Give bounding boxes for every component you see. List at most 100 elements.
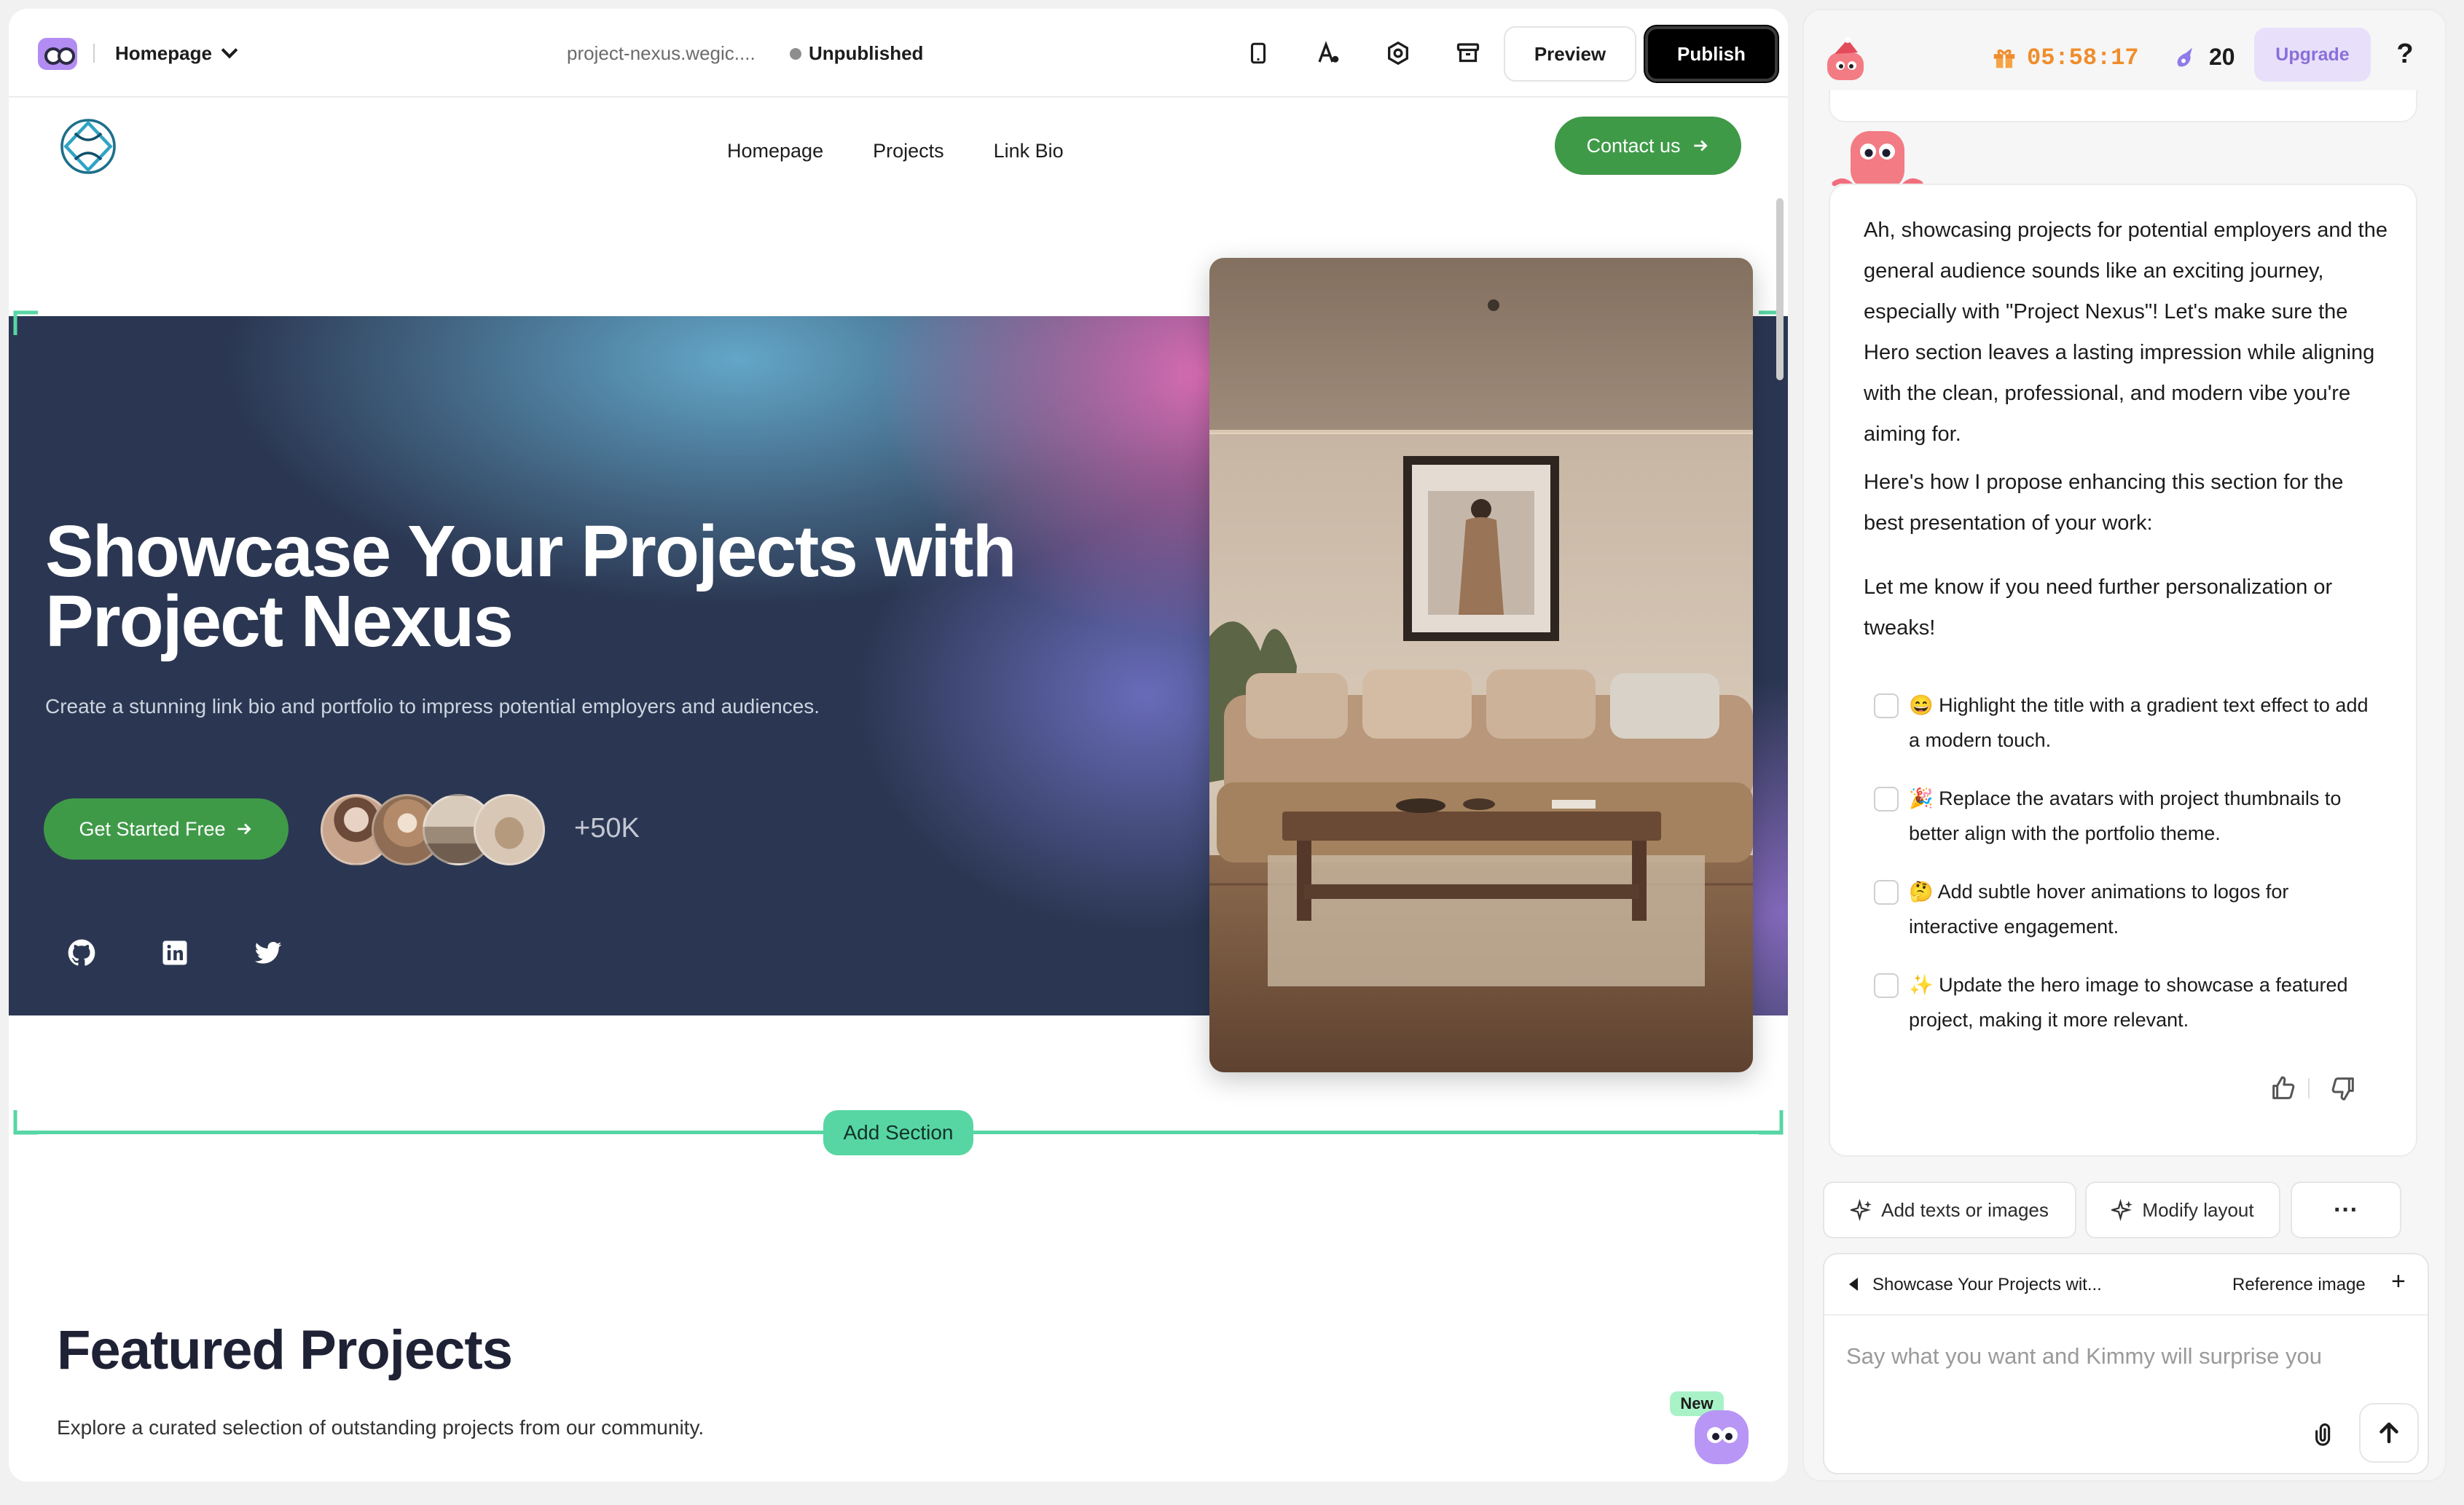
editor-toolbar: Homepage project-nexus.wegic.... Unpubli… — [9, 9, 1788, 98]
suggestion-checkbox[interactable] — [1874, 787, 1899, 812]
publish-button[interactable]: Publish — [1645, 26, 1778, 82]
publish-status: Unpublished — [790, 42, 923, 65]
assistant-mascot-button[interactable] — [1695, 1410, 1749, 1464]
site-nav: Homepage Projects Link Bio — [727, 140, 1064, 162]
page-selector[interactable]: Homepage — [115, 35, 238, 71]
nav-link-link-bio[interactable]: Link Bio — [994, 140, 1064, 162]
mobile-view-button[interactable] — [1241, 36, 1275, 70]
archive-button[interactable] — [1451, 36, 1485, 70]
preview-button[interactable]: Preview — [1504, 26, 1636, 82]
twitter-icon[interactable] — [252, 937, 284, 969]
suggestion-item: 🎉 Replace the avatars with project thumb… — [1874, 781, 2384, 874]
contact-us-button[interactable]: Contact us — [1555, 117, 1741, 175]
get-started-button[interactable]: Get Started Free — [44, 798, 289, 860]
attach-button[interactable] — [2305, 1415, 2345, 1454]
message-paragraph: Let me know if you need further personal… — [1864, 575, 2333, 640]
thumbs-up-icon[interactable] — [2269, 1074, 2298, 1103]
chat-header: 05:58:17 20 Upgrade ? — [1804, 10, 2445, 99]
modify-layout-label: Modify layout — [2142, 1198, 2254, 1221]
contact-us-label: Contact us — [1586, 134, 1681, 157]
nav-link-homepage[interactable]: Homepage — [727, 140, 823, 162]
suggestion-item: 😄 Highlight the title with a gradient te… — [1874, 688, 2384, 781]
nav-link-projects[interactable]: Projects — [873, 140, 944, 162]
typography-button[interactable] — [1311, 36, 1345, 70]
chat-composer: Showcase Your Projects wit... Reference … — [1823, 1253, 2429, 1474]
avatar-stack — [321, 794, 546, 865]
chat-input[interactable] — [1846, 1335, 2400, 1378]
promo-timer: 05:58:17 — [1990, 44, 2139, 71]
suggestion-checklist: 😄 Highlight the title with a gradient te… — [1874, 688, 2384, 1061]
featured-projects-title[interactable]: Featured Projects — [57, 1319, 513, 1382]
thumbs-down-icon[interactable] — [2328, 1074, 2358, 1103]
assistant-message-card: Ah, showcasing projects for potential em… — [1829, 184, 2417, 1157]
archive-icon — [1456, 43, 1480, 63]
send-button[interactable] — [2359, 1403, 2419, 1463]
arrow-right-icon — [237, 823, 251, 835]
paperclip-icon — [2315, 1423, 2331, 1446]
modify-layout-button[interactable]: Modify layout — [2085, 1182, 2280, 1238]
editor-panel: Homepage project-nexus.wegic.... Unpubli… — [9, 9, 1788, 1482]
status-dot-icon — [790, 47, 801, 60]
suggestion-item: ✨ Update the hero image to showcase a fe… — [1874, 967, 2384, 1061]
add-reference-button[interactable]: + — [2391, 1268, 2406, 1296]
reference-image-label[interactable]: Reference image — [2232, 1275, 2366, 1295]
suggestion-item: 🤔 Add subtle hover animations to logos f… — [1874, 874, 2384, 967]
github-icon[interactable] — [66, 937, 98, 969]
gift-icon — [1993, 49, 2015, 68]
suggestion-checkbox[interactable] — [1874, 973, 1899, 998]
credits-value: 20 — [2209, 44, 2235, 70]
suggestion-text: 🎉 Replace the avatars with project thumb… — [1909, 787, 2342, 844]
site-canvas: Homepage Projects Link Bio Contact us Sh… — [9, 98, 1788, 1482]
feedback-divider — [2308, 1078, 2310, 1099]
suggestion-checkbox[interactable] — [1874, 693, 1899, 718]
app-logo[interactable] — [38, 38, 77, 70]
hero-title[interactable]: Showcase Your Projects with Project Nexu… — [45, 515, 1065, 658]
settings-icon — [1388, 41, 1408, 66]
living-room-image — [1209, 258, 1753, 1072]
chevron-down-icon — [221, 42, 238, 59]
publish-status-label: Unpublished — [809, 42, 924, 64]
credits-counter: 20 — [2173, 44, 2235, 71]
help-button[interactable]: ? — [2387, 32, 2423, 76]
arrow-right-icon — [1693, 140, 1708, 152]
suggestion-text: ✨ Update the hero image to showcase a fe… — [1909, 974, 2348, 1031]
chevron-left-icon[interactable] — [1849, 1278, 1858, 1291]
user-avatar[interactable] — [1823, 36, 1869, 83]
message-paragraph: Here's how I propose enhancing this sect… — [1864, 471, 2344, 535]
hero-subtitle[interactable]: Create a stunning link bio and portfolio… — [45, 695, 820, 718]
arrow-up-icon — [2379, 1422, 2398, 1444]
toolbar-divider — [93, 44, 95, 63]
suggestion-checkbox[interactable] — [1874, 880, 1899, 905]
composer-context-bar: Showcase Your Projects wit... Reference … — [1824, 1254, 2428, 1316]
previous-message-card — [1829, 90, 2417, 122]
site-logo[interactable] — [55, 114, 121, 179]
context-section-title[interactable]: Showcase Your Projects wit... — [1872, 1275, 2102, 1295]
typography-icon — [1318, 41, 1339, 63]
page-selector-label: Homepage — [115, 42, 212, 64]
linkedin-icon[interactable] — [159, 937, 191, 969]
featured-projects-subtitle[interactable]: Explore a curated selection of outstandi… — [57, 1416, 704, 1439]
mobile-view-icon — [1250, 42, 1266, 64]
add-texts-images-button[interactable]: Add texts or images — [1823, 1182, 2076, 1238]
suggestion-text: 🤔 Add subtle hover animations to logos f… — [1909, 881, 2289, 938]
canvas-scrollbar[interactable] — [1776, 198, 1784, 380]
assistant-chat-panel: 05:58:17 20 Upgrade ? Ah, showcasing pro… — [1802, 9, 2447, 1482]
settings-button[interactable] — [1381, 36, 1415, 70]
suggestion-text: 😄 Highlight the title with a gradient te… — [1909, 694, 2369, 751]
sparkle-icon — [1851, 1199, 1872, 1221]
add-section-button[interactable]: Add Section — [823, 1110, 973, 1155]
mascot-eyes-icon — [1707, 1427, 1738, 1443]
add-texts-images-label: Add texts or images — [1881, 1198, 2049, 1221]
hero-image[interactable] — [1209, 258, 1753, 1072]
credits-icon — [2177, 47, 2192, 67]
timer-value: 05:58:17 — [2027, 44, 2139, 71]
site-url[interactable]: project-nexus.wegic.... — [567, 42, 756, 65]
get-started-label: Get Started Free — [79, 817, 226, 840]
avatar — [474, 794, 545, 865]
more-actions-button[interactable]: ··· — [2291, 1182, 2401, 1238]
social-proof-count: +50K — [574, 813, 640, 844]
upgrade-button[interactable]: Upgrade — [2254, 28, 2371, 82]
sparkle-icon — [2111, 1199, 2133, 1221]
selection-corner-top-left — [13, 310, 38, 335]
message-paragraph: Ah, showcasing projects for potential em… — [1864, 219, 2388, 446]
